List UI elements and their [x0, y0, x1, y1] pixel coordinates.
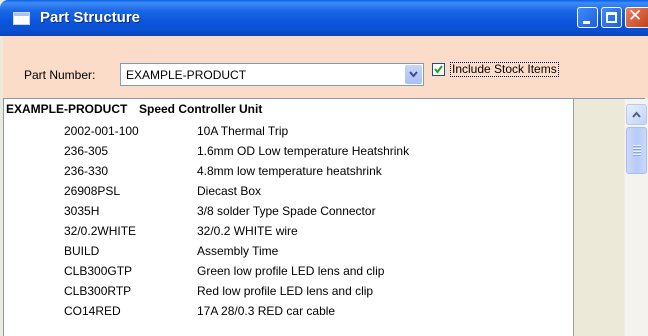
side-panel	[574, 99, 624, 336]
part-description: Assembly Time	[197, 244, 279, 258]
close-button[interactable]: ✕	[625, 6, 648, 28]
app-window-icon	[13, 12, 30, 25]
part-code: BUILD	[64, 244, 100, 258]
minimize-button[interactable]	[577, 7, 598, 28]
list-item[interactable]: CLB300RTP Red low profile LED lens and cl…	[4, 284, 574, 304]
filter-toolbar: Part Number: EXAMPLE-PRODUCT Include Sto…	[3, 36, 648, 98]
part-code: 26908PSL	[64, 184, 121, 198]
part-code: CLB300GTP	[64, 264, 133, 278]
part-code: 2002-001-100	[64, 124, 139, 138]
close-icon: ✕	[628, 6, 643, 26]
part-code: CLB300RTP	[64, 284, 132, 298]
part-number-value: EXAMPLE-PRODUCT	[126, 68, 247, 82]
part-description: 4.8mm low temperature heatshrink	[197, 164, 382, 178]
list-item[interactable]: 26908PSL Diecast Box	[4, 184, 574, 204]
list-item[interactable]: 236-330 4.8mm low temperature heatshrink	[4, 164, 574, 184]
part-code: 32/0.2WHITE	[64, 224, 137, 238]
list-item[interactable]: 3035H 3/8 solder Type Spade Connector	[4, 204, 574, 224]
window-title: Part Structure	[40, 9, 141, 26]
scroll-up-button[interactable]	[626, 104, 647, 125]
checkmark-icon	[434, 65, 443, 74]
grip-line	[633, 154, 641, 156]
part-description: Green low profile LED lens and clip	[197, 264, 385, 278]
minimize-icon	[583, 21, 590, 24]
list-item[interactable]: CLB300GTP Green low profile LED lens and …	[4, 264, 574, 284]
part-code: CO14RED	[64, 304, 121, 318]
part-number-combobox[interactable]: EXAMPLE-PRODUCT	[120, 63, 424, 86]
grip-line	[633, 151, 641, 153]
scroll-thumb[interactable]	[626, 127, 647, 174]
include-stock-label[interactable]: Include Stock Items	[450, 62, 559, 77]
list-item[interactable]: 32/0.2WHITE 32/0.2 WHITE wire	[4, 224, 574, 244]
part-description: 3/8 solder Type Spade Connector	[197, 204, 376, 218]
maximize-icon	[606, 12, 617, 23]
part-description: 17A 28/0.3 RED car cable	[197, 304, 336, 318]
list-item[interactable]: 236-305 1.6mm OD Low temperature Heatshri…	[4, 144, 574, 164]
assembly-code: EXAMPLE-PRODUCT	[6, 102, 128, 116]
list-item[interactable]: 2002-001-100 10A Thermal Trip	[4, 124, 574, 144]
include-stock-checkbox[interactable]	[432, 63, 445, 76]
part-structure-window: Part Structure ✕ Part Number: EXAMPLE-PR…	[0, 0, 648, 336]
part-description: 10A Thermal Trip	[197, 124, 289, 138]
vertical-scrollbar[interactable]	[624, 99, 648, 336]
part-structure-list[interactable]: EXAMPLE-PRODUCT Speed Controller Unit 20…	[3, 98, 645, 336]
part-description: Red low profile LED lens and clip	[197, 284, 374, 298]
assembly-description: Speed Controller Unit	[139, 102, 263, 116]
scroll-up-arrow-icon	[632, 111, 641, 118]
title-bar[interactable]: Part Structure ✕	[0, 0, 648, 36]
part-number-label: Part Number:	[24, 68, 96, 82]
grip-line	[633, 148, 641, 150]
part-code: 236-305	[64, 144, 109, 158]
part-description: 1.6mm OD Low temperature Heatshrink	[197, 144, 410, 158]
part-code: 3035H	[64, 204, 100, 218]
list-item[interactable]: BUILD Assembly Time	[4, 244, 574, 264]
part-description: Diecast Box	[197, 184, 262, 198]
grip-line	[633, 145, 641, 147]
chevron-down-icon	[409, 71, 418, 78]
dropdown-button[interactable]	[405, 65, 422, 84]
part-code: 236-330	[64, 164, 109, 178]
maximize-button[interactable]	[601, 7, 622, 28]
part-description: 32/0.2 WHITE wire	[197, 224, 298, 238]
list-item[interactable]: CO14RED 17A 28/0.3 RED car cable	[4, 304, 574, 324]
